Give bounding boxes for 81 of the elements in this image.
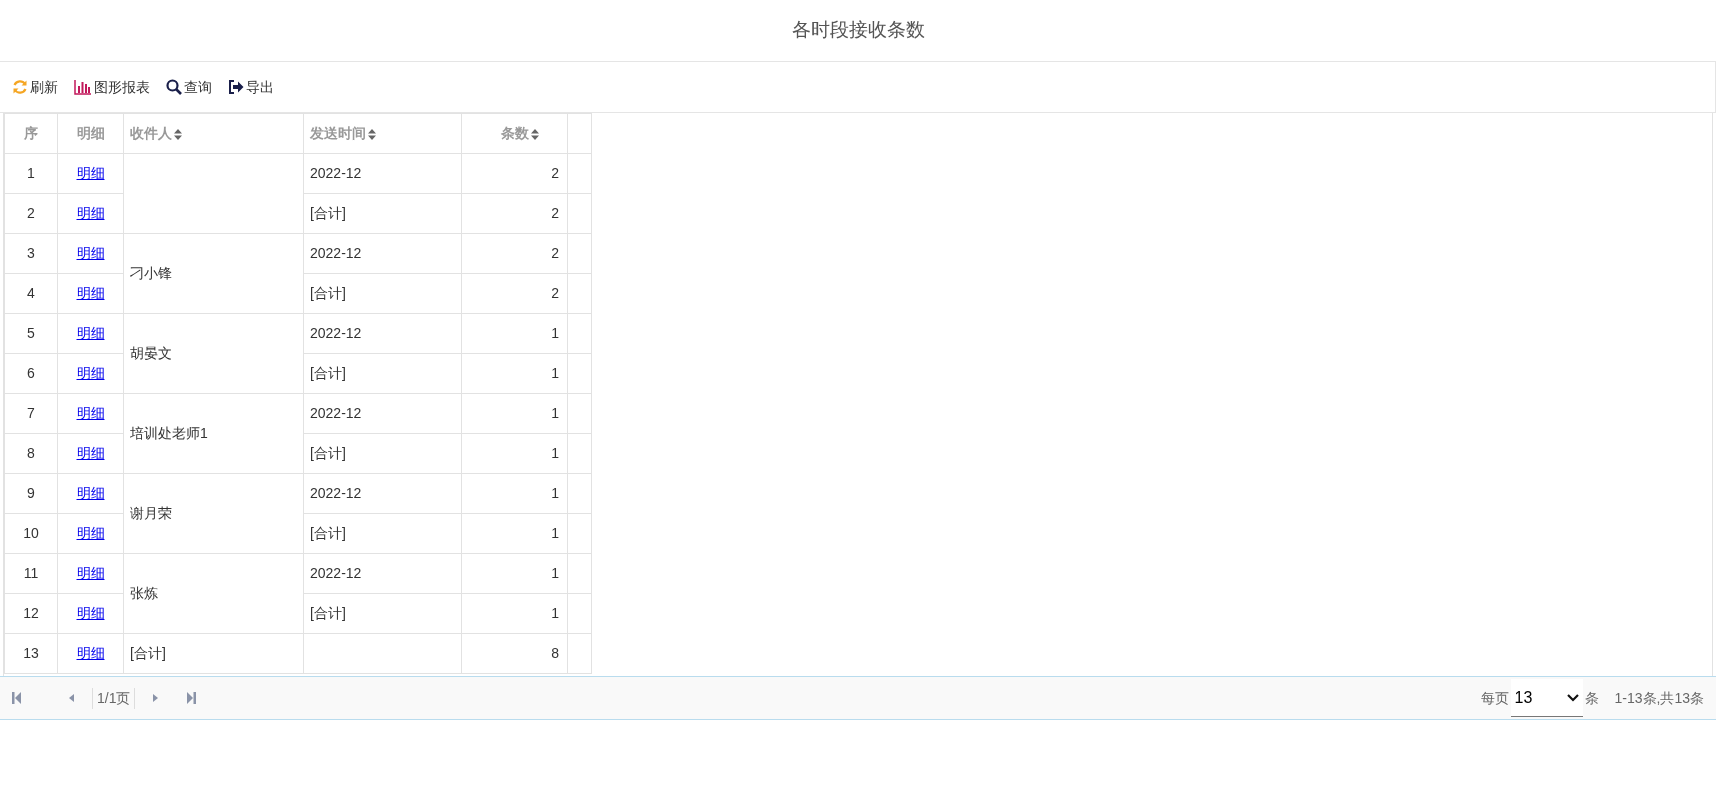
detail-link[interactable]: 明细 bbox=[76, 605, 105, 621]
previous-page-icon bbox=[69, 693, 75, 703]
row-number: 9 bbox=[4, 473, 58, 514]
time-cell: 2022-12 bbox=[303, 313, 462, 354]
detail-link[interactable]: 明细 bbox=[76, 525, 105, 541]
search-button[interactable]: 查询 bbox=[166, 76, 212, 98]
last-page-icon bbox=[186, 692, 197, 704]
next-page-icon bbox=[152, 693, 159, 703]
count-cell: 2 bbox=[461, 233, 568, 274]
per-page-label: 每页 bbox=[1480, 688, 1509, 708]
per-page-select[interactable]: 13 bbox=[1510, 679, 1583, 717]
count-cell: 1 bbox=[461, 553, 568, 594]
detail-link[interactable]: 明细 bbox=[76, 165, 105, 181]
row-number: 2 bbox=[4, 193, 58, 234]
detail-link[interactable]: 明细 bbox=[76, 405, 105, 421]
column-header: 明细 bbox=[57, 113, 124, 154]
count-cell: 2 bbox=[461, 153, 568, 194]
first-page-icon bbox=[12, 692, 22, 704]
time-cell: 2022-12 bbox=[303, 153, 462, 194]
row-number: 6 bbox=[4, 353, 58, 394]
recipient-cell: 谢月荣 bbox=[123, 473, 304, 554]
row-number: 8 bbox=[4, 433, 58, 474]
row-number: 12 bbox=[4, 593, 58, 634]
time-cell: 2022-12 bbox=[303, 473, 462, 514]
sort-icon bbox=[531, 128, 539, 140]
row-number: 10 bbox=[4, 513, 58, 554]
sort-icon bbox=[368, 128, 376, 140]
time-cell: [合计] bbox=[303, 433, 462, 474]
export-icon bbox=[228, 79, 244, 95]
detail-link[interactable]: 明细 bbox=[76, 365, 105, 381]
bar-chart-icon bbox=[74, 79, 92, 95]
time-cell: [合计] bbox=[303, 273, 462, 314]
count-cell: 1 bbox=[461, 313, 568, 354]
time-cell: 2022-12 bbox=[303, 553, 462, 594]
detail-link[interactable]: 明细 bbox=[76, 565, 105, 581]
page-indicator: 1/1页 bbox=[92, 687, 136, 709]
time-cell: 2022-12 bbox=[303, 233, 462, 274]
recipient-cell: [合计] bbox=[123, 633, 304, 674]
detail-link[interactable]: 明细 bbox=[76, 445, 105, 461]
row-number: 1 bbox=[4, 153, 58, 194]
row-number: 3 bbox=[4, 233, 58, 274]
record-summary: 1-13条,共13条 bbox=[1614, 688, 1704, 708]
count-cell: 1 bbox=[461, 473, 568, 514]
recipient-cell: 培训处老师1 bbox=[123, 393, 304, 474]
time-cell: [合计] bbox=[303, 353, 462, 394]
refresh-icon bbox=[12, 79, 28, 95]
per-page-unit: 条 bbox=[1584, 688, 1599, 708]
detail-link[interactable]: 明细 bbox=[76, 285, 105, 301]
time-cell: [合计] bbox=[303, 513, 462, 554]
detail-link[interactable]: 明细 bbox=[76, 325, 105, 341]
export-button[interactable]: 导出 bbox=[228, 76, 274, 98]
recipient-cell: 刁小锋 bbox=[123, 233, 304, 314]
count-cell: 1 bbox=[461, 513, 568, 554]
chevron-down-icon bbox=[1566, 693, 1579, 702]
time-cell: [合计] bbox=[303, 193, 462, 234]
count-cell: 1 bbox=[461, 353, 568, 394]
count-cell: 8 bbox=[461, 633, 568, 674]
page-title: 各时段接收条数 bbox=[791, 18, 925, 43]
row-number: 13 bbox=[4, 633, 58, 674]
row-number: 7 bbox=[4, 393, 58, 434]
row-number: 4 bbox=[4, 273, 58, 314]
row-number: 5 bbox=[4, 313, 58, 354]
recipient-cell: 张炼 bbox=[123, 553, 304, 634]
detail-link[interactable]: 明细 bbox=[76, 245, 105, 261]
search-icon bbox=[166, 79, 182, 95]
detail-link[interactable]: 明细 bbox=[76, 205, 105, 221]
row-number: 11 bbox=[4, 553, 58, 594]
detail-link[interactable]: 明细 bbox=[76, 645, 105, 661]
count-cell: 1 bbox=[461, 593, 568, 634]
detail-link[interactable]: 明细 bbox=[76, 485, 105, 501]
sort-icon bbox=[174, 128, 182, 140]
column-header: 序 bbox=[4, 113, 58, 154]
time-cell: [合计] bbox=[303, 593, 462, 634]
chart-button[interactable]: 图形报表 bbox=[74, 76, 150, 98]
count-cell: 1 bbox=[461, 393, 568, 434]
time-cell: 2022-12 bbox=[303, 393, 462, 434]
count-cell: 2 bbox=[461, 193, 568, 234]
count-cell: 1 bbox=[461, 433, 568, 474]
recipient-cell: 胡晏文 bbox=[123, 313, 304, 394]
refresh-button[interactable]: 刷新 bbox=[12, 76, 58, 98]
count-cell: 2 bbox=[461, 273, 568, 314]
